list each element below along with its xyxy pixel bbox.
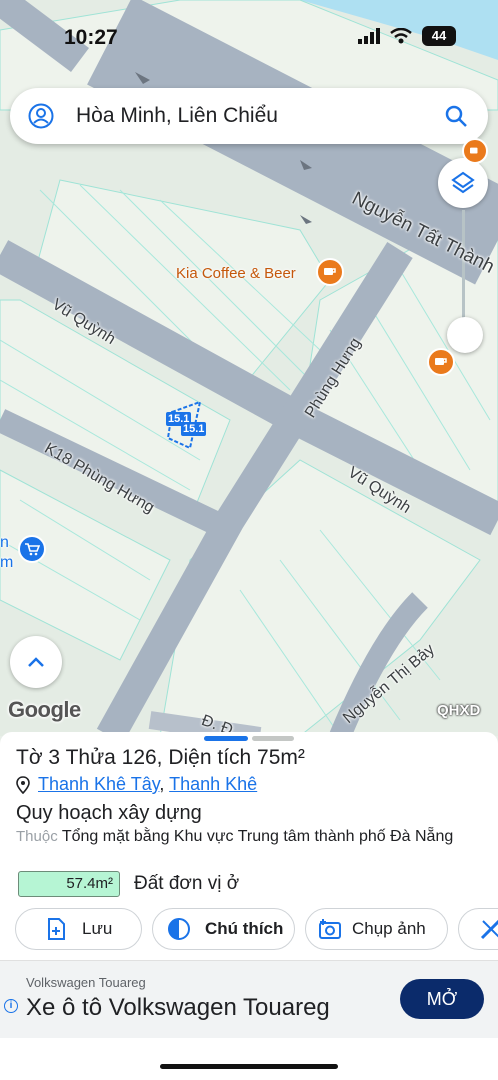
opacity-slider-handle[interactable] xyxy=(447,317,483,353)
location-separator: , xyxy=(159,774,165,794)
expand-sheet-button[interactable] xyxy=(10,636,62,688)
cafe-pin[interactable] xyxy=(462,138,488,164)
ad-info-icon[interactable]: i xyxy=(4,999,18,1013)
plan-belongs: Thuộc Tổng mặt bằng Khu vực Trung tâm th… xyxy=(16,826,476,847)
belongs-value: Tổng mặt bằng Khu vực Trung tâm thành ph… xyxy=(61,828,454,845)
layers-icon xyxy=(451,171,475,194)
search-input[interactable]: Hòa Minh, Liên Chiểu xyxy=(76,104,444,128)
zone-type: Đất đơn vị ở xyxy=(134,873,240,894)
parcel-title: Tờ 3 Thửa 126, Diện tích 75m² xyxy=(16,746,305,769)
battery-indicator: 44 xyxy=(422,26,456,46)
edge-label-m: m xyxy=(0,554,14,571)
map-view[interactable]: 10:27 44 Hòa Minh, Liên Chiểu Nguyễn Tất… xyxy=(0,0,498,736)
contrast-icon xyxy=(168,918,190,940)
save-label: Lưu xyxy=(82,919,113,938)
search-bar[interactable]: Hòa Minh, Liên Chiểu xyxy=(10,88,488,144)
parcel-info-sheet: Tờ 3 Thửa 126, Diện tích 75m² Thanh Khê … xyxy=(0,732,498,1080)
ad-advertiser: Volkswagen Touareg xyxy=(26,975,146,990)
camera-icon xyxy=(319,919,341,939)
cafe-pin[interactable] xyxy=(316,258,344,286)
ad-banner[interactable]: i Volkswagen Touareg Xe ô tô Volkswagen … xyxy=(0,960,498,1038)
google-logo: Google xyxy=(8,697,81,722)
home-indicator xyxy=(160,1064,338,1069)
action-bar: Lưu Chú thích Chụp ảnh xyxy=(15,908,498,950)
account-icon[interactable] xyxy=(28,103,54,129)
measure-button[interactable] xyxy=(458,908,498,950)
parcel-location: Thanh Khê Tây, Thanh Khê xyxy=(16,774,257,795)
ad-open-button[interactable]: MỞ xyxy=(400,979,484,1019)
edge-label-n: n xyxy=(0,534,9,551)
legend-label: Chú thích xyxy=(205,919,284,938)
signal-icon xyxy=(358,28,380,44)
location-pin-icon xyxy=(16,775,30,794)
search-icon[interactable] xyxy=(444,104,468,128)
zone-area-chip: 57.4m² xyxy=(18,871,120,897)
take-photo-button[interactable]: Chụp ảnh xyxy=(305,908,448,950)
status-icons: 44 xyxy=(358,26,456,46)
ad-headline[interactable]: Xe ô tô Volkswagen Touareg xyxy=(26,994,330,1022)
shopping-cart-icon xyxy=(25,543,40,556)
take-photo-label: Chụp ảnh xyxy=(352,919,426,938)
ward-link[interactable]: Thanh Khê Tây xyxy=(38,774,159,794)
plan-type: Quy hoạch xây dựng xyxy=(16,802,202,824)
ruler-icon xyxy=(480,919,498,940)
add-file-icon xyxy=(48,918,65,940)
layer-code-label: QHXD xyxy=(437,702,481,719)
save-button[interactable]: Lưu xyxy=(15,908,142,950)
sheet-drag-handle[interactable] xyxy=(204,736,294,742)
chevron-up-icon xyxy=(28,657,44,667)
opacity-slider-track[interactable] xyxy=(462,210,465,330)
clock: 10:27 xyxy=(64,26,118,49)
district-link[interactable]: Thanh Khê xyxy=(169,774,257,794)
parcel-tag[interactable]: 15.1 xyxy=(181,422,207,436)
layers-button[interactable] xyxy=(438,158,488,208)
poi-label-kia-coffee[interactable]: Kia Coffee & Beer xyxy=(176,265,296,282)
zone-row: 57.4m² Đất đơn vị ở xyxy=(18,871,239,897)
coffee-cup-icon xyxy=(324,268,336,275)
cafe-pin[interactable] xyxy=(427,348,455,376)
coffee-cup-icon xyxy=(435,358,447,365)
legend-button[interactable]: Chú thích xyxy=(152,908,295,950)
wifi-icon xyxy=(390,28,412,44)
coffee-cup-icon xyxy=(470,147,478,154)
shopping-pin[interactable] xyxy=(18,535,46,563)
belongs-label: Thuộc xyxy=(16,828,58,845)
status-bar: 10:27 44 xyxy=(0,0,498,74)
